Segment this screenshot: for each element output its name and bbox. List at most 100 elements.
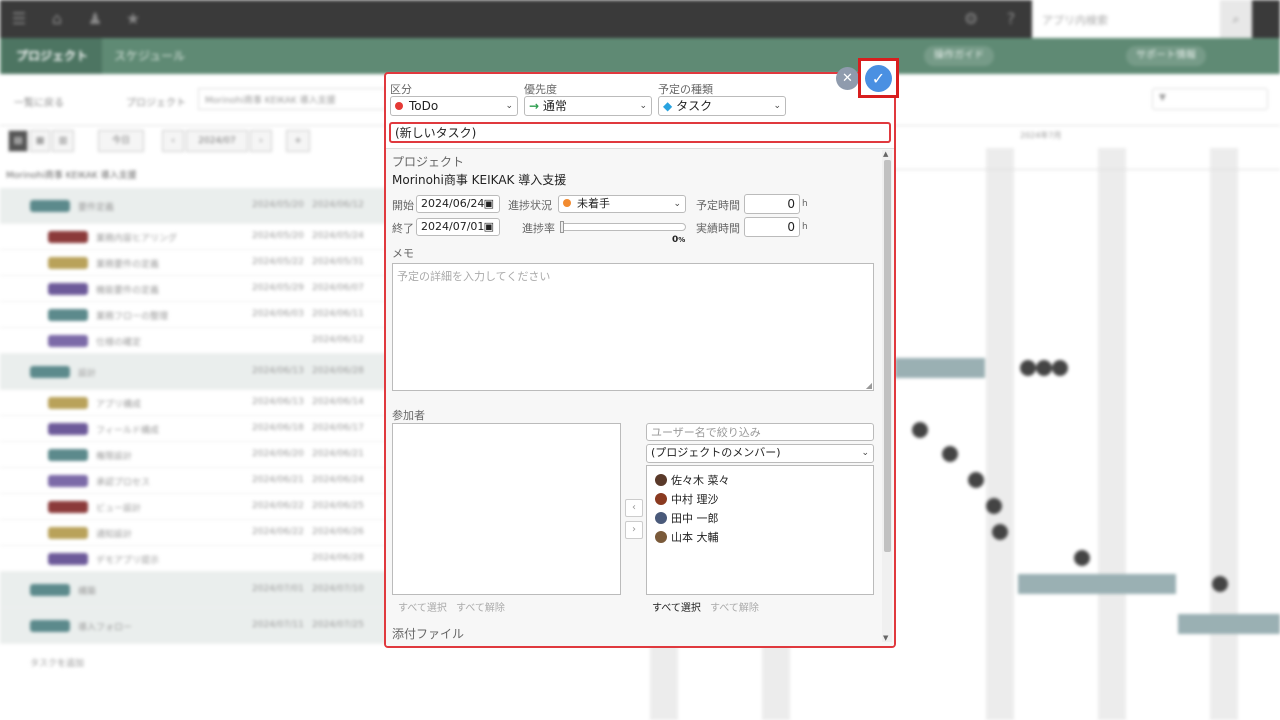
arrow-right-icon: → — [529, 99, 540, 113]
check-icon: ✓ — [871, 69, 886, 88]
home-icon[interactable]: ⌂ — [48, 10, 66, 28]
guide-link[interactable]: 操作ガイド — [924, 46, 994, 66]
top-bar: ☰ ⌂ ♟ ★ ⚙ ? アプリ内検索 ⌕ — [0, 0, 1280, 38]
search-input[interactable]: アプリ内検索 — [1032, 0, 1220, 38]
row-end-date: 2024/05/24 — [312, 231, 364, 241]
status-badge — [48, 527, 88, 539]
move-left-button[interactable]: ‹ — [625, 499, 643, 517]
memo-textarea[interactable]: 予定の詳細を入力してください ◢ — [392, 263, 874, 391]
task-title-input[interactable]: (新しいタスク) — [389, 122, 891, 143]
move-right-button[interactable]: › — [625, 521, 643, 539]
back-link[interactable]: 一覧に戻る — [14, 94, 64, 109]
view-toggle-1[interactable]: ▤ — [8, 130, 28, 152]
row-start-date: 2024/05/20 — [252, 200, 304, 210]
slider-handle[interactable] — [560, 221, 564, 233]
member-group-select[interactable]: (プロジェクトのメンバー) ⌄ — [646, 444, 874, 463]
progress-status-label: 進捗状況 — [508, 199, 552, 212]
avatar — [986, 498, 1002, 514]
progress-status-select[interactable]: 未着手 ⌄ — [558, 195, 686, 213]
schedule-type-value: タスク — [676, 99, 713, 113]
schedule-type-select[interactable]: ◆ タスク ⌄ — [658, 96, 786, 116]
row-start-date: 2024/06/22 — [252, 527, 304, 537]
dialog-scrollbar[interactable]: ▲ ▼ — [882, 150, 892, 642]
scroll-thumb[interactable] — [884, 160, 891, 552]
prev-button[interactable]: ‹ — [162, 130, 184, 152]
settings-icon[interactable]: ⚙ — [962, 10, 980, 28]
progress-rate-slider[interactable] — [560, 221, 686, 233]
today-button[interactable]: 今日 — [98, 130, 144, 152]
row-end-date: 2024/06/11 — [312, 309, 364, 319]
member-item[interactable]: 佐々木 菜々 — [655, 472, 730, 488]
end-date-input[interactable]: 2024/07/01 ▣ — [416, 218, 500, 236]
support-link[interactable]: サポート情報 — [1126, 46, 1206, 66]
add-task-link[interactable]: タスクを追加 — [30, 656, 84, 669]
start-label: 開始 — [392, 199, 414, 212]
member-item[interactable]: 中村 理沙 — [655, 491, 719, 507]
status-badge — [48, 397, 88, 409]
avatar — [1074, 550, 1090, 566]
category-select[interactable]: ToDo ⌄ — [390, 96, 518, 116]
search-icon[interactable]: ⌕ — [1220, 0, 1252, 38]
tab-schedule[interactable]: スケジュール — [100, 38, 199, 74]
tab-project[interactable]: プロジェクト — [2, 38, 103, 74]
selected-participants-list[interactable] — [392, 423, 621, 595]
row-end-date: 2024/06/12 — [312, 200, 364, 210]
row-end-date: 2024/06/28 — [312, 366, 364, 376]
close-button[interactable]: ✕ — [836, 67, 859, 90]
right-deselect-all-link[interactable]: すべて解除 — [710, 599, 759, 614]
row-label: 業務フローの整理 — [96, 312, 169, 322]
scroll-up-icon[interactable]: ▲ — [883, 150, 888, 158]
star-icon[interactable]: ★ — [124, 10, 142, 28]
add-icon[interactable]: + — [286, 130, 310, 152]
member-item[interactable]: 山本 大輔 — [655, 529, 719, 545]
next-button[interactable]: › — [250, 130, 272, 152]
resize-handle-icon[interactable]: ◢ — [866, 381, 872, 390]
row-start-date: 2024/07/11 — [252, 620, 304, 630]
user-filter-input[interactable]: ユーザー名で絞り込み — [646, 423, 874, 441]
participants-label: 参加者 — [392, 409, 425, 422]
left-deselect-all-link[interactable]: すべて解除 — [456, 599, 505, 614]
priority-select[interactable]: → 通常 ⌄ — [524, 96, 652, 116]
filter-button[interactable]: ▼ — [1152, 88, 1268, 110]
start-date-input[interactable]: 2024/06/24 ▣ — [416, 195, 500, 213]
project-label: プロジェクト — [392, 155, 465, 169]
nav-bar: プロジェクト スケジュール 操作ガイド サポート情報 — [0, 38, 1280, 74]
avatar — [655, 493, 667, 505]
gantt-bar[interactable] — [895, 358, 985, 378]
planned-hours-input[interactable]: 0 — [744, 194, 800, 214]
row-label: 導入フォロー — [78, 623, 133, 633]
end-label: 終了 — [392, 222, 414, 235]
row-end-date: 2024/06/28 — [312, 553, 364, 563]
row-start-date: 2024/05/29 — [252, 283, 304, 293]
right-select-all-link[interactable]: すべて選択 — [652, 599, 701, 614]
row-end-date: 2024/07/10 — [312, 584, 364, 594]
avatar — [655, 512, 667, 524]
member-item[interactable]: 田中 一郎 — [655, 510, 719, 526]
people-icon[interactable]: ♟ — [86, 10, 104, 28]
status-badge — [48, 449, 88, 461]
gantt-bar[interactable] — [1178, 614, 1280, 634]
status-badge — [48, 423, 88, 435]
member-group-value: (プロジェクトのメンバー) — [651, 446, 781, 459]
avatar — [912, 422, 928, 438]
status-badge — [48, 309, 88, 321]
task-dialog: 区分 ToDo ⌄ 優先度 → 通常 ⌄ 予定の種類 ◆ タスク ⌄ (新しいタ… — [384, 72, 896, 648]
view-toggle-2[interactable]: ▦ — [30, 130, 50, 152]
confirm-button[interactable]: ✓ — [865, 65, 892, 92]
menu-icon[interactable]: ☰ — [10, 10, 28, 28]
status-badge — [30, 620, 70, 632]
gantt-bar[interactable] — [1018, 574, 1176, 594]
month-button[interactable]: 2024/07 — [186, 130, 248, 152]
scroll-down-icon[interactable]: ▼ — [883, 634, 888, 642]
left-select-all-link[interactable]: すべて選択 — [398, 599, 447, 614]
row-end-date: 2024/06/24 — [312, 475, 364, 485]
project-select[interactable]: Morinohi商事 KEIKAK 導入支援 — [198, 88, 386, 110]
help-icon[interactable]: ? — [1002, 10, 1020, 28]
row-start-date: 2024/06/03 — [252, 309, 304, 319]
end-date-value: 2024/07/01 — [421, 220, 485, 233]
chevron-down-icon: ⌄ — [673, 199, 681, 209]
actual-hours-input[interactable]: 0 — [744, 217, 800, 237]
chevron-down-icon: ⌄ — [773, 101, 781, 111]
view-toggle-3[interactable]: ▥ — [52, 130, 74, 152]
available-members-list[interactable]: 佐々木 菜々 中村 理沙 田中 一郎 山本 大輔 — [646, 465, 874, 595]
